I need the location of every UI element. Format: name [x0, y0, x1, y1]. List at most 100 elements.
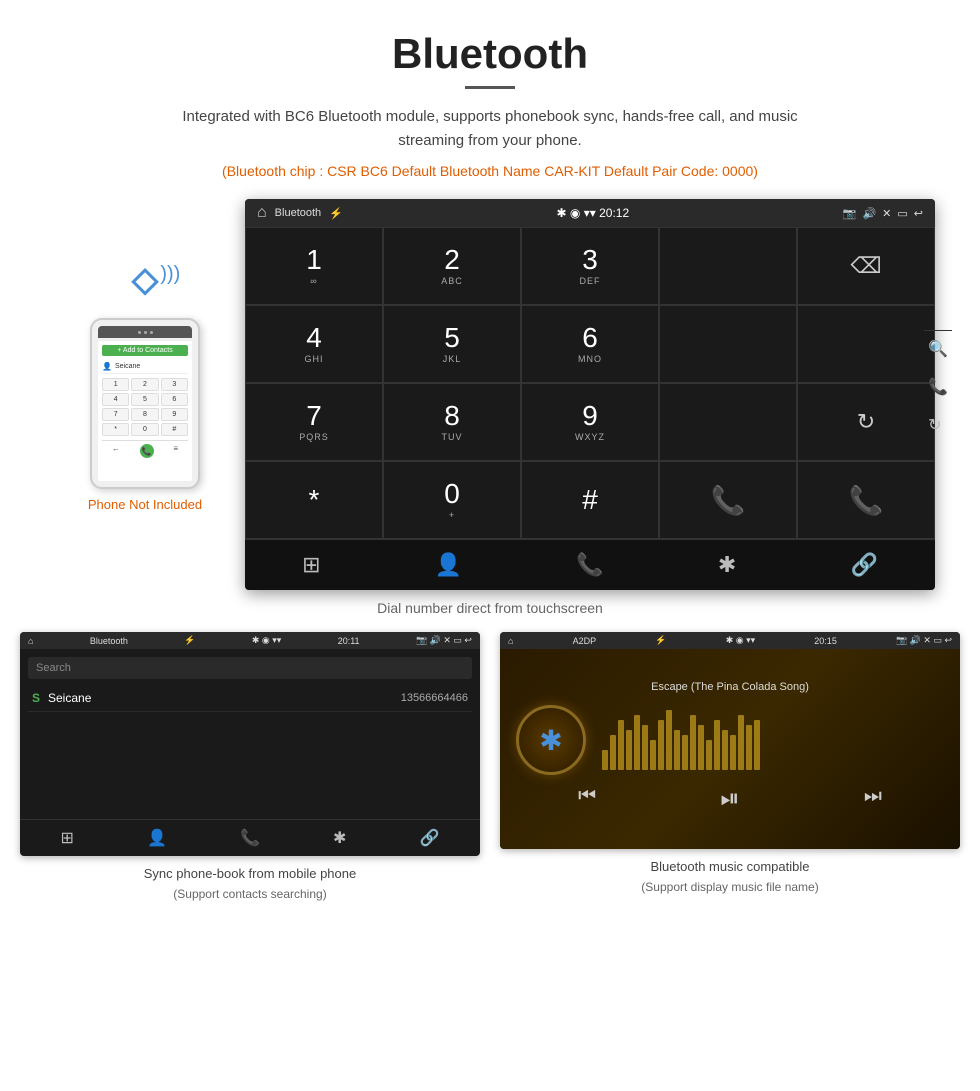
dial-key-star[interactable]: * [245, 461, 383, 539]
phone-keypad: 1 2 3 4 5 6 7 8 9 * 0 # [102, 378, 188, 436]
music-body: Escape (The Pina Colada Song) ✱ ⏮ ⏯ ⏭ [500, 649, 960, 849]
dial-key-7[interactable]: 7 PQRS [245, 383, 383, 461]
dial-letters: MNO [578, 354, 602, 364]
viz-bar [722, 730, 728, 770]
phone-add-contact: + Add to Contacts [102, 345, 188, 356]
contact-letter: S [32, 691, 48, 705]
viz-bar [730, 735, 736, 770]
dial-empty-1 [659, 227, 797, 305]
mini-grid-icon[interactable]: ⊞ [61, 828, 74, 848]
dial-letters: WXYZ [575, 432, 605, 442]
status-right: 📷 🔊 ✕ ▭ ↩ [843, 207, 923, 220]
close-icon[interactable]: ✕ [882, 207, 891, 220]
dial-key-3[interactable]: 3 DEF [521, 227, 659, 305]
dial-letters: DEF [580, 276, 601, 286]
window-icon[interactable]: ▭ [897, 207, 907, 220]
usb-icon: ⚡ [329, 207, 343, 220]
volume-icon[interactable]: 🔊 [862, 207, 876, 220]
viz-bar [666, 710, 672, 770]
dial-number: * [309, 486, 320, 514]
dial-key-5[interactable]: 5 JKL [383, 305, 521, 383]
back-icon[interactable]: ↩ [914, 207, 923, 220]
bt-status-icon: ✱ [556, 206, 566, 220]
dial-call-btn[interactable]: 📞 [659, 461, 797, 539]
phone-key-4[interactable]: 4 [102, 393, 129, 406]
viz-bar [658, 720, 664, 770]
dial-reload[interactable]: ↻ [797, 383, 935, 461]
mini-phone-icon[interactable]: 📞 [240, 828, 260, 848]
phone-call-btn[interactable]: 📞 [140, 444, 154, 458]
dial-key-6[interactable]: 6 MNO [521, 305, 659, 383]
phonebook-body: Search S Seicane 13566664466 🔍 📞 ↻ [20, 649, 480, 819]
phone-key-5[interactable]: 5 [131, 393, 158, 406]
home-icon[interactable]: ⌂ [257, 204, 267, 222]
nav-bt-icon[interactable]: ✱ [718, 552, 736, 578]
dial-letters: GHI [304, 354, 323, 364]
dial-number: 0 [444, 480, 460, 508]
viz-bar [706, 740, 712, 770]
bluetooth-symbol: ⬦ [132, 259, 159, 301]
dial-key-0[interactable]: 0 + [383, 461, 521, 539]
dial-number: 2 [444, 246, 460, 274]
mini-usb-icon: ⚡ [184, 635, 195, 646]
dial-key-hash[interactable]: # [521, 461, 659, 539]
mini-bt-nav-icon[interactable]: ✱ [333, 828, 346, 848]
phone-key-hash[interactable]: # [161, 423, 188, 436]
nav-link-icon[interactable]: 🔗 [850, 552, 877, 578]
search-bar[interactable]: Search [28, 657, 472, 679]
phone-dot [144, 331, 147, 334]
viz-bar [682, 735, 688, 770]
viz-bar [650, 740, 656, 770]
music-screenshot: ⌂ A2DP ⚡ ✱ ◉ ▾▾ 20:15 📷 🔊 ✕ ▭ ↩ Escape (… [500, 632, 960, 903]
phone-key-7[interactable]: 7 [102, 408, 129, 421]
phone-mockup: + Add to Contacts 👤 Seicane 1 2 3 4 5 6 … [90, 318, 200, 489]
phone-key-0[interactable]: 0 [131, 423, 158, 436]
dial-empty-2 [659, 305, 797, 383]
phone-dot [150, 331, 153, 334]
nav-grid-icon[interactable]: ⊞ [302, 552, 320, 578]
dial-key-9[interactable]: 9 WXYZ [521, 383, 659, 461]
mini-link-icon[interactable]: 🔗 [420, 828, 440, 848]
mini-usb-icon-r: ⚡ [655, 635, 666, 646]
dial-letters: PQRS [299, 432, 329, 442]
phone-key-2[interactable]: 2 [131, 378, 158, 391]
music-visualizer [602, 710, 944, 770]
signal-icon: ▾▾ [584, 206, 596, 220]
dial-number: 3 [582, 246, 598, 274]
endcall-icon: 📞 [849, 484, 884, 517]
next-btn[interactable]: ⏭ [864, 785, 882, 813]
phone-key-8[interactable]: 8 [131, 408, 158, 421]
prev-btn[interactable]: ⏮ [578, 785, 596, 813]
dial-letters: ABC [441, 276, 463, 286]
phone-key-6[interactable]: 6 [161, 393, 188, 406]
dial-backspace[interactable]: ⌫ [797, 227, 935, 305]
nav-person-icon[interactable]: 👤 [435, 552, 462, 578]
phone-key-9[interactable]: 9 [161, 408, 188, 421]
mini-time-left: 20:11 [338, 636, 360, 646]
phone-key-1[interactable]: 1 [102, 378, 129, 391]
dial-letters: TUV [442, 432, 463, 442]
nav-phone-icon[interactable]: 📞 [576, 552, 603, 578]
dial-key-8[interactable]: 8 TUV [383, 383, 521, 461]
mini-label-right: A2DP [573, 636, 597, 646]
mini-status-bar-right: ⌂ A2DP ⚡ ✱ ◉ ▾▾ 20:15 📷 🔊 ✕ ▭ ↩ [500, 632, 960, 649]
dial-letters: JKL [443, 354, 462, 364]
mini-home-icon: ⌂ [28, 636, 33, 646]
viz-bar [610, 735, 616, 770]
song-title: Escape (The Pina Colada Song) [651, 681, 809, 693]
dial-key-2[interactable]: 2 ABC [383, 227, 521, 305]
phone-key-3[interactable]: 3 [161, 378, 188, 391]
mini-person-icon[interactable]: 👤 [147, 828, 167, 848]
call-icon: 📞 [711, 484, 746, 517]
contact-row[interactable]: S Seicane 13566664466 [28, 685, 472, 712]
phone-key-star[interactable]: * [102, 423, 129, 436]
viz-bar [690, 715, 696, 770]
play-pause-btn[interactable]: ⏯ [720, 785, 739, 813]
camera-icon[interactable]: 📷 [843, 207, 857, 220]
dial-key-1[interactable]: 1 ∞ [245, 227, 383, 305]
dial-number: 9 [582, 402, 598, 430]
phone-top-bar [98, 326, 192, 338]
dial-key-4[interactable]: 4 GHI [245, 305, 383, 383]
dial-endcall-btn[interactable]: 📞 [797, 461, 935, 539]
car-screen: ⌂ Bluetooth ⚡ ✱ ◉ ▾▾ 20:12 📷 🔊 ✕ ▭ ↩ [245, 199, 935, 590]
